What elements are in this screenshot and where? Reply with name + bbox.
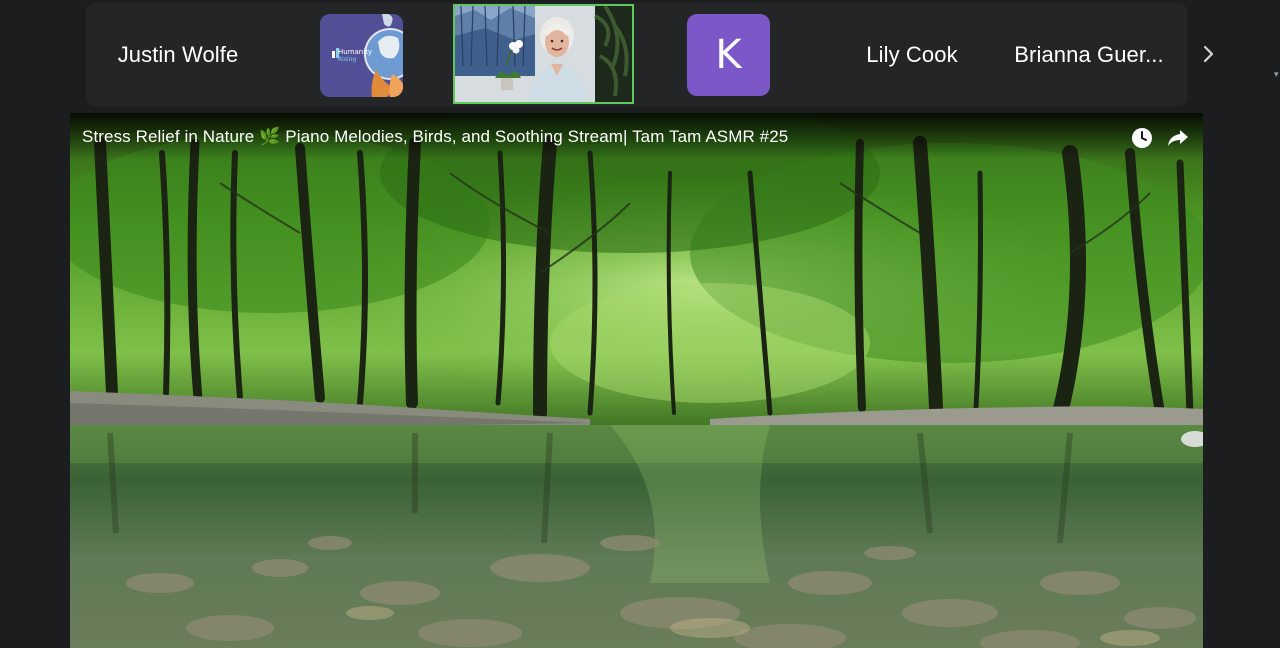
participant-name: Lily Cook xyxy=(866,41,958,67)
participant-name: Brianna Guer... xyxy=(1014,41,1164,67)
meeting-window: Justin Wolfe Humanity Rising K Lily Cook… xyxy=(0,0,1280,648)
participant-avatar[interactable]: K xyxy=(687,14,770,96)
shared-video-player[interactable]: Stress Relief in Nature 🌿 Piano Melodies… xyxy=(70,113,1203,648)
participant-tile-justin[interactable]: Justin Wolfe xyxy=(86,3,270,106)
participant-name: Justin Wolfe xyxy=(117,41,239,67)
forest-stream-video-frame xyxy=(70,113,1203,648)
watch-later-button[interactable] xyxy=(1129,125,1155,151)
share-button[interactable] xyxy=(1165,125,1191,151)
speaker-video-frame xyxy=(455,6,632,102)
participant-tile-humanity-rising[interactable]: Humanity Rising xyxy=(320,14,403,97)
participant-tile-brianna[interactable]: Brianna Guer... xyxy=(1004,3,1174,106)
avatar-initial: K xyxy=(715,32,742,78)
clock-icon xyxy=(1132,128,1152,148)
share-icon xyxy=(1168,130,1188,146)
participant-tile-lily[interactable]: Lily Cook xyxy=(832,3,992,106)
participant-strip: Justin Wolfe Humanity Rising K Lily Cook… xyxy=(86,3,1187,106)
chevron-right-icon xyxy=(1203,45,1214,63)
next-page-button[interactable] xyxy=(1194,36,1224,72)
video-title[interactable]: Stress Relief in Nature 🌿 Piano Melodies… xyxy=(82,127,788,147)
logo-lettering: Humanity Rising xyxy=(338,48,373,63)
active-speaker-video[interactable] xyxy=(453,4,634,104)
edge-mark: ▾ xyxy=(1274,69,1279,79)
